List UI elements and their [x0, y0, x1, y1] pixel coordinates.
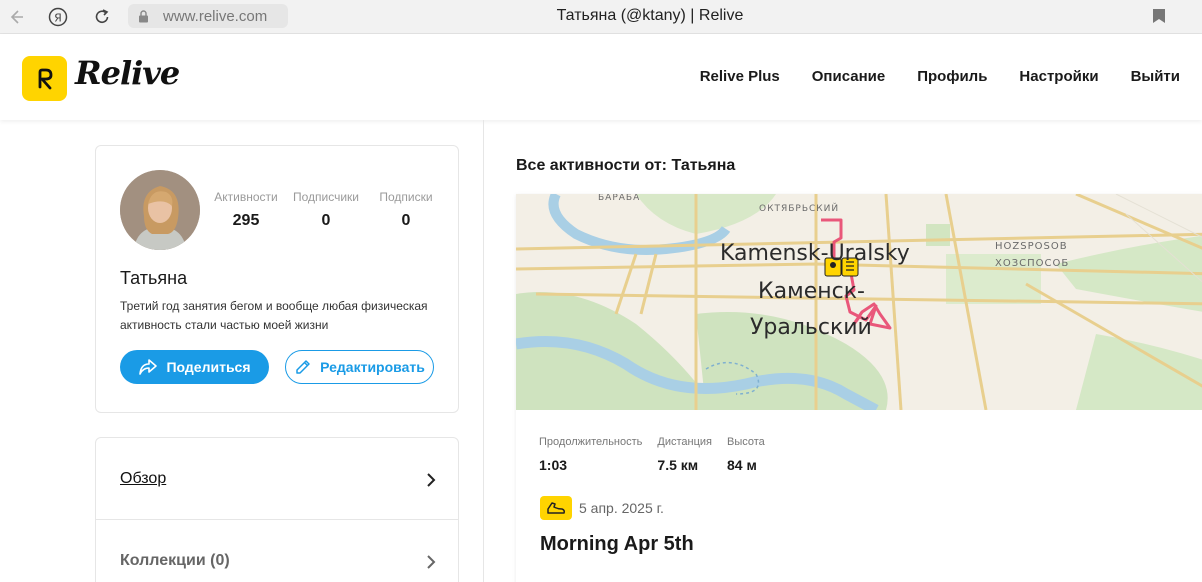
stat-following[interactable]: Подписки 0 — [366, 190, 446, 230]
activity-metrics: Продолжительность 1:03 Дистанция 7.5 км … — [539, 436, 765, 473]
profile-card: Активности 295 Подписчики 0 Подписки 0 Т… — [95, 145, 459, 413]
main-nav: Relive Plus Описание Профиль Настройки В… — [700, 68, 1180, 85]
stat-followers[interactable]: Подписчики 0 — [286, 190, 366, 230]
stat-activities[interactable]: Активности 295 — [206, 190, 286, 230]
nav-profile[interactable]: Профиль — [917, 68, 987, 85]
logo-wordmark[interactable]: Relive — [75, 54, 180, 92]
profile-stats: Активности 295 Подписчики 0 Подписки 0 — [206, 190, 446, 230]
profile-name: Татьяна — [120, 268, 188, 288]
page-title: Татьяна (@ktany) | Relive — [556, 7, 744, 24]
activity-card[interactable]: БАРАБА ОКТЯБРЬСКИЙ HOZSPOSOB ХОЗСПОСОБ K… — [516, 194, 1202, 582]
avatar[interactable] — [120, 170, 200, 250]
pencil-icon — [296, 360, 310, 374]
profile-bio: Третий год занятия бегом и вообще любая … — [120, 299, 428, 332]
map-label-city-ru-2: Уральский — [750, 315, 872, 340]
nav-logout[interactable]: Выйти — [1131, 68, 1180, 85]
browser-toolbar: Я www.relive.com Татьяна (@ktany) | Reli… — [0, 0, 1202, 34]
map-label-city-en: Kamensk-Uralsky — [720, 241, 910, 266]
profile-menu: Обзор Коллекции (0) — [95, 437, 459, 582]
running-shoe-icon — [540, 496, 572, 520]
nav-description[interactable]: Описание — [812, 68, 885, 85]
activity-map[interactable]: БАРАБА ОКТЯБРЬСКИЙ HOZSPOSOB ХОЗСПОСОБ K… — [516, 194, 1202, 410]
metric-elevation: Высота 84 м — [727, 436, 765, 473]
share-button[interactable]: Поделиться — [120, 350, 269, 384]
metric-duration: Продолжительность 1:03 — [539, 436, 643, 473]
relive-logo-icon[interactable] — [22, 56, 67, 101]
edit-button[interactable]: Редактировать — [285, 350, 434, 384]
map-label-district-en: HOZSPOSOB — [995, 241, 1068, 252]
chevron-right-icon — [427, 555, 436, 569]
map-label-district-ru: ХОЗСПОСОБ — [995, 258, 1069, 269]
chevron-right-icon — [427, 473, 436, 487]
menu-item-overview[interactable]: Обзор — [96, 438, 458, 520]
metric-distance: Дистанция 7.5 км — [657, 436, 713, 473]
share-icon — [139, 359, 158, 375]
column-divider — [483, 120, 484, 582]
activity-name[interactable]: Morning Apr 5th — [540, 533, 694, 556]
nav-relive-plus[interactable]: Relive Plus — [700, 68, 780, 85]
activities-heading: Все активности от: Татьяна — [516, 157, 736, 174]
menu-item-collections[interactable]: Коллекции (0) — [96, 520, 458, 582]
site-header: Relive Relive Plus Описание Профиль Наст… — [0, 34, 1202, 120]
bookmark-icon[interactable] — [1152, 8, 1166, 24]
activity-date: 5 апр. 2025 г. — [579, 500, 664, 516]
map-label-district-barab: БАРАБА — [598, 194, 640, 203]
map-label-district-oktyabrsky: ОКТЯБРЬСКИЙ — [759, 202, 839, 214]
map-label-city-ru-1: Каменск- — [758, 279, 865, 304]
nav-settings[interactable]: Настройки — [1019, 68, 1098, 85]
